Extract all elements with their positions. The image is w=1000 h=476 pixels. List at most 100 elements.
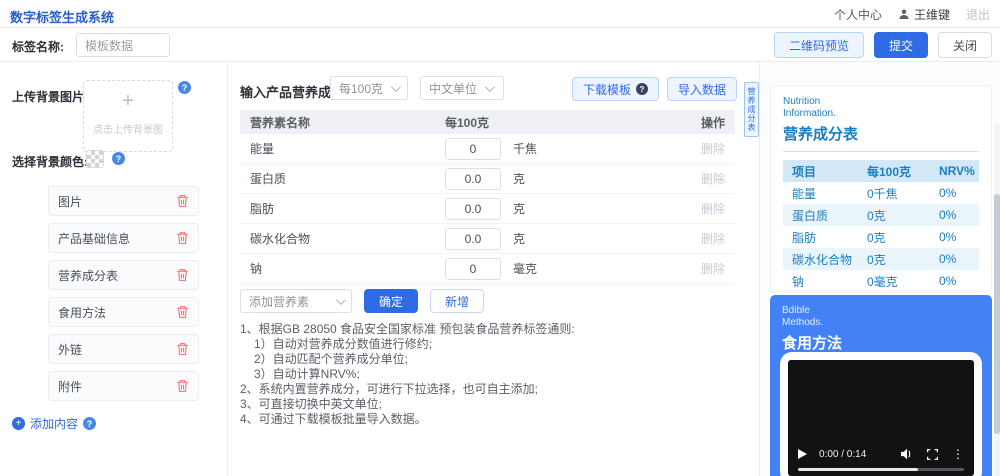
template-help-icon[interactable]: ? xyxy=(636,83,648,95)
download-template-button[interactable]: 下载模板 ? xyxy=(572,77,659,101)
nutrient-unit: 毫克 xyxy=(513,260,593,277)
nutrient-table: 营养素名称 每100克 操作 能量 千焦 删除 蛋白质 克 删除 脂肪 克 删除 xyxy=(240,110,735,284)
nutrient-value-input[interactable] xyxy=(445,258,501,280)
delete-row-button[interactable]: 删除 xyxy=(701,200,735,217)
preview-panel: Nutrition Information. 营养成分表 项目 每100克 NR… xyxy=(760,62,1000,476)
user-menu[interactable]: 王维键 xyxy=(898,6,950,23)
add-nutrient-select[interactable]: 添加营养素 xyxy=(240,289,352,313)
nutrient-value-input[interactable] xyxy=(445,198,501,220)
table-row: 脂肪 0克 0% xyxy=(783,226,979,248)
video-player[interactable]: 0:00 / 0:14 ⋮ xyxy=(788,360,974,476)
table-row: 蛋白质 克 删除 xyxy=(240,164,735,194)
sidebar-item-attachment[interactable]: 附件 xyxy=(48,371,199,401)
nutrient-value-input[interactable] xyxy=(445,138,501,160)
sidebar-item-external-link[interactable]: 外链 xyxy=(48,334,199,364)
buffered-bar xyxy=(798,468,918,471)
trash-icon[interactable] xyxy=(176,231,189,245)
submit-button[interactable]: 提交 xyxy=(874,32,928,58)
plus-circle-icon: + xyxy=(12,417,25,430)
delete-row-button[interactable]: 删除 xyxy=(701,170,735,187)
label-name-input[interactable] xyxy=(76,33,170,57)
trash-icon[interactable] xyxy=(176,268,189,282)
trash-icon[interactable] xyxy=(176,342,189,356)
sidebar-item-image[interactable]: 图片 xyxy=(48,186,199,216)
import-data-button[interactable]: 导入数据 xyxy=(667,77,737,101)
chevron-down-icon xyxy=(485,82,495,92)
method-title: 食用方法 xyxy=(782,332,980,353)
bg-color-help-icon[interactable]: ? xyxy=(112,152,125,165)
note-line: 3）自动计算NRV%; xyxy=(240,367,739,381)
col-nutrient-name: 营养素名称 xyxy=(240,114,445,131)
close-button[interactable]: 关闭 xyxy=(938,32,992,58)
trash-icon[interactable] xyxy=(176,379,189,393)
qr-preview-button[interactable]: 二维码预览 xyxy=(774,32,864,58)
delete-row-button[interactable]: 删除 xyxy=(701,140,735,157)
scrollbar-thumb[interactable] xyxy=(994,194,1000,434)
play-button[interactable] xyxy=(798,449,807,459)
nutrition-preview-table: 项目 每100克 NRV% 能量 0千焦 0% 蛋白质 0克 0% 脂肪 0克 xyxy=(783,160,979,292)
download-template-label: 下载模板 xyxy=(583,81,631,98)
trash-icon[interactable] xyxy=(176,305,189,319)
video-frame: 0:00 / 0:14 ⋮ xyxy=(780,352,982,476)
confirm-button[interactable]: 确定 xyxy=(364,289,418,313)
nutrient-unit: 克 xyxy=(513,200,593,217)
per-unit-select[interactable]: 每100克 xyxy=(330,76,408,100)
trash-icon[interactable] xyxy=(176,194,189,208)
preview-side-tab[interactable]: 营养成分表 xyxy=(744,82,759,137)
nutrition-editor: 输入产品营养成分信息 每100克 中文单位 下载模板 ? 导入数据 营养素名称 … xyxy=(228,62,760,476)
logout-link[interactable]: 退出 xyxy=(966,6,990,23)
sidebar-item-nutrition-table[interactable]: 营养成分表 xyxy=(48,260,199,290)
sidebar-item-edible-methods[interactable]: 食用方法 xyxy=(48,297,199,327)
add-content-help-icon[interactable]: ? xyxy=(83,417,96,430)
video-progress-bar[interactable] xyxy=(798,468,964,471)
nutrient-unit: 千焦 xyxy=(513,140,593,157)
scrollbar-track xyxy=(994,124,1000,476)
note-line: 1、根据GB 28050 食品安全国家标准 预包装食品营养标签通则: xyxy=(240,322,739,336)
sidebar-item-basic-info[interactable]: 产品基础信息 xyxy=(48,223,199,253)
language-unit-select[interactable]: 中文单位 xyxy=(420,76,504,100)
nutrient-name: 钠 xyxy=(240,260,445,277)
nutrient-unit: 克 xyxy=(513,230,593,247)
sidebar-item-label: 营养成分表 xyxy=(58,267,176,284)
table-row: 蛋白质 0克 0% xyxy=(783,204,979,226)
gb-standard-notes: 1、根据GB 28050 食品安全国家标准 预包装食品营养标签通则: 1）自动对… xyxy=(240,322,739,427)
background-color-swatch[interactable] xyxy=(86,150,104,168)
add-content-button[interactable]: + 添加内容 ? xyxy=(12,415,96,432)
left-sidebar: 上传背景图片: + 点击上传背景图 ? 选择背景颜色: ? 图片 产品基础信息 … xyxy=(0,62,228,476)
delete-row-button[interactable]: 删除 xyxy=(701,230,735,247)
volume-icon[interactable] xyxy=(900,448,913,460)
sidebar-item-label: 图片 xyxy=(58,193,176,210)
sidebar-item-label: 产品基础信息 xyxy=(58,230,176,247)
nutrient-table-header: 营养素名称 每100克 操作 xyxy=(240,110,735,134)
upload-help-icon[interactable]: ? xyxy=(178,81,191,94)
chevron-down-icon xyxy=(391,82,401,92)
chevron-down-icon xyxy=(336,295,346,305)
sidebar-item-label: 附件 xyxy=(58,378,176,395)
note-line: 2、系统内置营养成分，可进行下拉选择，也可自主添加; xyxy=(240,382,739,396)
language-unit-value: 中文单位 xyxy=(429,80,477,97)
bg-color-label: 选择背景颜色: xyxy=(12,153,88,170)
upload-background-dropzone[interactable]: + 点击上传背景图 xyxy=(83,80,173,152)
video-menu-icon[interactable]: ⋮ xyxy=(952,448,964,460)
delete-row-button[interactable]: 删除 xyxy=(701,260,735,277)
video-timestamp: 0:00 / 0:14 xyxy=(819,449,866,460)
import-data-label: 导入数据 xyxy=(678,81,726,98)
nutrient-value-input[interactable] xyxy=(445,168,501,190)
upload-bg-label: 上传背景图片: xyxy=(12,88,88,105)
divider xyxy=(783,151,979,152)
nutrient-value-input[interactable] xyxy=(445,228,501,250)
user-icon xyxy=(898,8,910,20)
col-nrv: NRV% xyxy=(939,164,979,178)
method-en-line1: Bdible xyxy=(782,305,980,317)
add-new-button[interactable]: 新增 xyxy=(430,289,484,313)
content-block-list: 图片 产品基础信息 营养成分表 食用方法 外链 附件 xyxy=(48,186,199,408)
note-line: 1）自动对营养成分数值进行修约; xyxy=(240,337,739,351)
upload-plus-icon: + xyxy=(84,91,172,111)
fullscreen-icon[interactable] xyxy=(927,449,938,460)
label-toolbar: 标签名称: 二维码预览 提交 关闭 xyxy=(0,28,1000,62)
user-center-link[interactable]: 个人中心 xyxy=(834,6,882,23)
nutrition-preview-card: Nutrition Information. 营养成分表 项目 每100克 NR… xyxy=(770,85,992,292)
sidebar-item-label: 食用方法 xyxy=(58,304,176,321)
top-header: 数字标签生成系统 个人中心 王维键 退出 xyxy=(0,0,1000,28)
upload-hint: 点击上传背景图 xyxy=(84,121,172,136)
